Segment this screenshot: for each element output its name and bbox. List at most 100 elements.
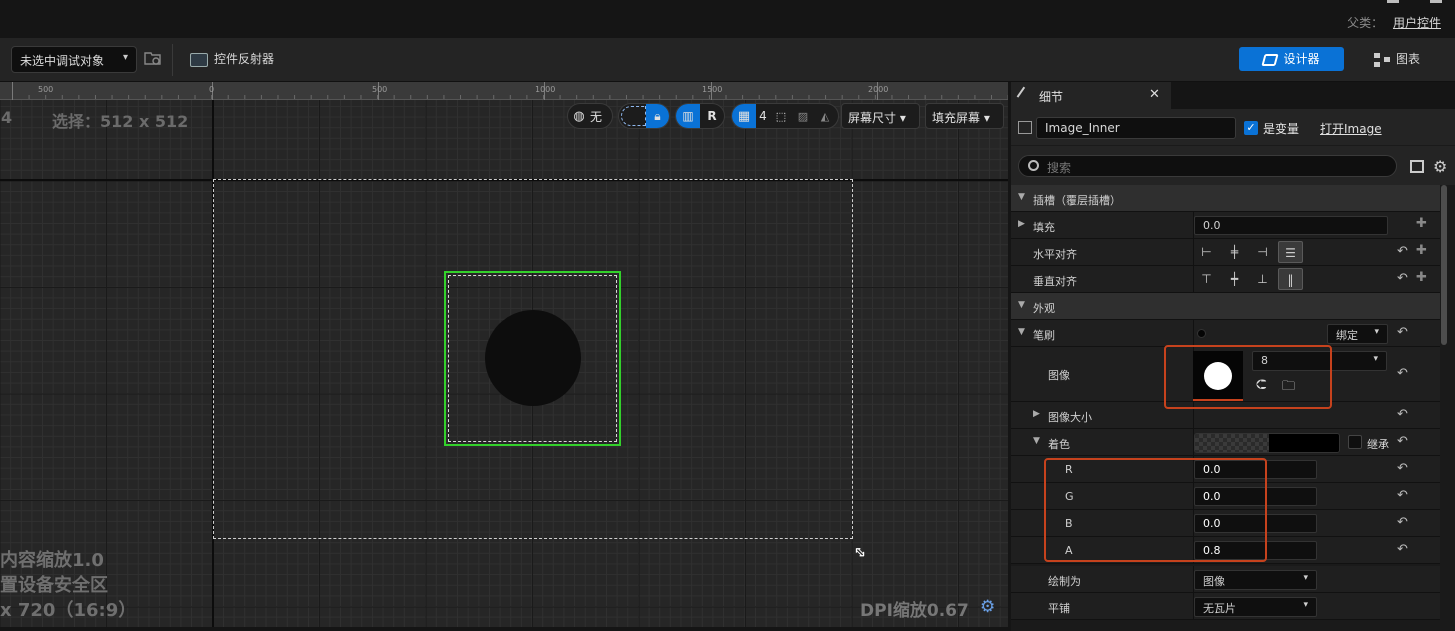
debug-object-dropdown[interactable]: 未选中调试对象 ▾	[11, 46, 137, 73]
is-variable-checkbox[interactable]: ✓	[1244, 121, 1258, 135]
table-view-icon[interactable]	[1410, 160, 1424, 173]
reset-icon[interactable]: ↶	[1397, 515, 1408, 530]
align-bottom-icon[interactable]: ⊥	[1250, 268, 1275, 290]
property-label: 着色	[1048, 438, 1070, 451]
reset-icon[interactable]: ↶	[1397, 434, 1408, 449]
grid-icon: ▦	[732, 104, 756, 128]
scrollbar-thumb[interactable]	[1441, 185, 1447, 345]
tiling-dropdown[interactable]: 无瓦片 ▾	[1194, 597, 1317, 617]
reset-icon[interactable]: ↶	[1397, 244, 1408, 259]
category-appearance[interactable]: ▼ 外观	[1011, 293, 1441, 320]
widget-name-input[interactable]: Image_Inner	[1036, 117, 1236, 139]
align-fill-h-icon[interactable]: ☰	[1278, 241, 1303, 263]
details-scrollbar[interactable]	[1440, 185, 1448, 625]
reset-icon[interactable]: ↶	[1397, 542, 1408, 557]
content-scale-text: 内容缩放1.0	[0, 550, 104, 571]
parent-class: 父类： 用户控件	[1347, 14, 1441, 31]
reset-icon[interactable]: ↶	[1397, 488, 1408, 503]
window-control-icon[interactable]	[1387, 0, 1399, 3]
align-fill-v-icon[interactable]: ‖	[1278, 268, 1303, 290]
chevron-down-icon: ▾	[1373, 354, 1378, 364]
reset-icon[interactable]: ↶	[1397, 407, 1408, 422]
column-divider	[1193, 320, 1194, 347]
property-padding: ▶ 填充 0.0 ✚	[1011, 212, 1441, 239]
widget-name-row: Image_Inner ✓ 是变量 打开Image	[1011, 109, 1455, 145]
fill-screen-dropdown[interactable]: 填充屏幕 ▾	[925, 103, 1004, 129]
selection-prefix: 4	[1, 108, 13, 127]
property-label: 平铺	[1048, 602, 1070, 615]
layout-toggle[interactable]: ▥ R	[675, 103, 725, 129]
align-center-h-icon[interactable]: ╪	[1222, 241, 1247, 263]
chevron-down-icon: ▾	[899, 111, 906, 125]
tiling-value: 无瓦片	[1203, 602, 1236, 615]
widget-reflector-label: 控件反射器	[214, 52, 275, 66]
gear-icon[interactable]: ⚙	[1433, 157, 1447, 176]
open-image-link[interactable]: 打开Image	[1320, 120, 1382, 137]
reset-icon[interactable]: ↶	[1397, 271, 1408, 286]
image-inner-preview[interactable]	[485, 310, 581, 406]
ruler-label: 2000	[868, 85, 889, 94]
reset-icon[interactable]: ↶	[1397, 366, 1408, 381]
r-toggle-label: R	[707, 109, 717, 123]
inherit-checkbox[interactable]	[1348, 435, 1362, 449]
reset-icon[interactable]: ↶	[1397, 325, 1408, 340]
resize-handle-icon[interactable]: ⇔	[849, 541, 871, 563]
screen-size-dropdown[interactable]: 屏幕尺寸 ▾	[841, 103, 920, 129]
designer-button[interactable]: 设计器	[1239, 47, 1344, 71]
chevron-right-icon[interactable]: ▶	[1033, 409, 1040, 419]
bind-dropdown[interactable]: 绑定 ▾	[1327, 324, 1388, 344]
dropper-icon[interactable]: ✚	[1416, 270, 1427, 285]
image-icon: ▨	[797, 109, 809, 123]
category-appearance-label: 外观	[1033, 302, 1055, 315]
grid-snap-toggle[interactable]: ▦ 4 ⬚ ▨ ◭	[731, 103, 839, 129]
respect-locks-toggle[interactable]: 🔒︎	[618, 103, 670, 129]
layout-icon: ▥	[676, 104, 700, 128]
chevron-down-icon[interactable]: ▼	[1018, 327, 1025, 337]
localization-toggle[interactable]: ◍ 无	[567, 103, 613, 129]
debug-browse-icon[interactable]	[144, 50, 162, 66]
property-label: 图像大小	[1048, 411, 1092, 424]
align-top-icon[interactable]: ⊤	[1194, 268, 1219, 290]
toolbar: 未选中调试对象 ▾ 控件反射器 设计器 图表	[0, 38, 1455, 82]
dropper-icon[interactable]: ✚	[1416, 243, 1427, 258]
image-widget-icon	[1018, 121, 1032, 134]
inherit-label: 继承	[1367, 438, 1389, 451]
graph-button[interactable]: 图表	[1374, 47, 1444, 71]
property-h-align: 水平对齐 ⊢ ╪ ⊣ ☰ ↶ ✚	[1011, 239, 1441, 266]
category-slot-label: 插槽（覆层插槽）	[1033, 194, 1121, 207]
title-bar: 父类： 用户控件	[0, 0, 1455, 38]
ruler-label: 1500	[702, 85, 723, 94]
search-input[interactable]: 搜索	[1018, 155, 1397, 177]
designer-canvas[interactable]: 500 0 500 1000 1500 2000 4 选择：512 x 512 …	[0, 82, 1008, 627]
close-icon[interactable]: ✕	[1149, 87, 1160, 102]
window-control-icon[interactable]	[1430, 0, 1442, 3]
align-left-icon[interactable]: ⊢	[1194, 241, 1219, 263]
chevron-down-icon: ▾	[1303, 573, 1308, 583]
search-icon	[1028, 160, 1039, 171]
chevron-down-icon: ▾	[983, 111, 990, 125]
device-safe-zone-text: 置设备安全区	[0, 575, 108, 596]
widget-reflector-button[interactable]: 控件反射器	[190, 50, 274, 67]
align-center-v-icon[interactable]: ┿	[1222, 268, 1247, 290]
tint-color-swatch[interactable]	[1194, 433, 1340, 453]
chevron-down-icon[interactable]: ▼	[1033, 436, 1040, 446]
pencil-icon	[1016, 86, 1034, 104]
ruler-label: 500	[372, 85, 388, 94]
tab-details[interactable]: 细节 ✕	[1011, 82, 1171, 109]
selection-dashed-icon	[621, 106, 646, 126]
highlight-image-asset	[1164, 345, 1332, 409]
dropper-icon[interactable]: ✚	[1416, 216, 1427, 231]
parent-class-link[interactable]: 用户控件	[1393, 16, 1441, 30]
category-slot[interactable]: ▼ 插槽（覆层插槽）	[1011, 185, 1441, 212]
align-right-icon[interactable]: ⊣	[1250, 241, 1275, 263]
padding-input[interactable]: 0.0	[1194, 216, 1388, 235]
localization-label: 无	[590, 109, 603, 124]
selection-size-text: 选择：512 x 512	[52, 112, 189, 131]
dpi-settings-gear-icon[interactable]: ⚙	[980, 597, 998, 617]
chevron-down-icon: ▼	[1018, 300, 1025, 310]
draw-as-dropdown[interactable]: 图像 ▾	[1194, 570, 1317, 590]
brush-color-dot	[1197, 329, 1206, 338]
chevron-right-icon[interactable]: ▶	[1018, 219, 1025, 229]
property-v-align: 垂直对齐 ⊤ ┿ ⊥ ‖ ↶ ✚	[1011, 266, 1441, 293]
reset-icon[interactable]: ↶	[1397, 461, 1408, 476]
